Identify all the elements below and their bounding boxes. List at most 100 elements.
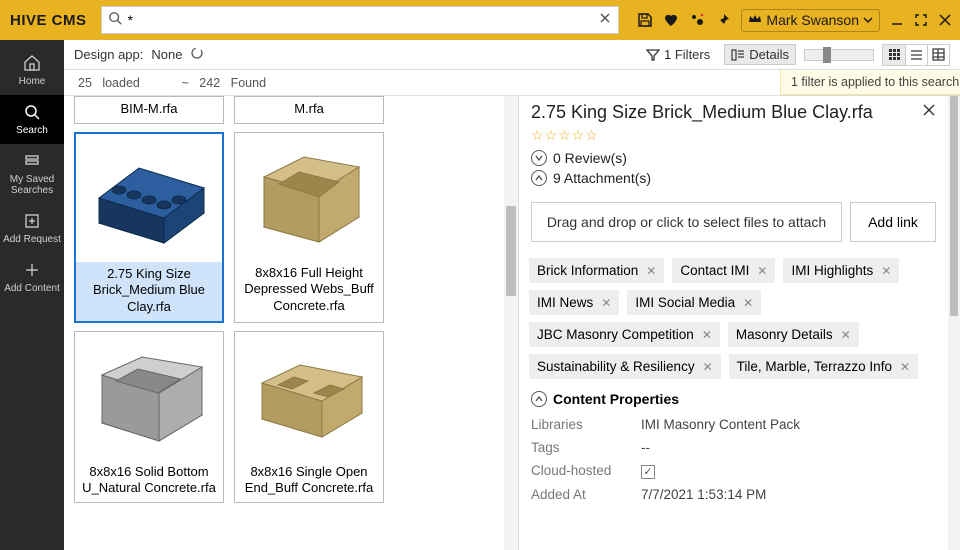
notification-icon[interactable] [689,12,705,28]
close-detail-icon[interactable] [922,103,936,122]
tag-label: Tile, Marble, Terrazzo Info [737,359,892,374]
nav-search[interactable]: Search [0,95,64,144]
left-nav: Home Search My Saved Searches Add Reques… [0,40,64,550]
pin-icon[interactable] [715,12,731,28]
cloud-hosted-checkbox[interactable]: ✓ [641,465,655,479]
toolbar: Design app: None 1 Filters Details [64,40,960,70]
attachment-tag[interactable]: Tile, Marble, Terrazzo Info ✕ [729,354,918,379]
attachment-tag[interactable]: JBC Masonry Competition ✕ [529,322,720,347]
attachment-tag[interactable]: IMI Highlights ✕ [783,258,899,283]
nav-saved-searches[interactable]: My Saved Searches [0,144,64,204]
clear-search-icon[interactable] [598,11,612,30]
tag-remove-icon[interactable]: ✕ [601,296,611,310]
view-list[interactable] [905,45,927,65]
tag-label: Brick Information [537,263,638,278]
brand: HIVE CMS [10,12,87,29]
nav-add-request[interactable]: Add Request [0,204,64,253]
heart-icon[interactable] [663,12,679,28]
nav-search-label: Search [16,125,48,136]
result-card[interactable]: BIM-M.rfa [74,96,224,124]
card-title: BIM-M.rfa [75,97,223,123]
attachment-tag[interactable]: IMI News ✕ [529,290,619,315]
results-scrollbar[interactable] [504,96,518,550]
result-card-selected[interactable]: 2.75 King Size Brick_Medium Blue Clay.rf… [74,132,224,323]
card-thumb [235,133,383,261]
props-header: Content Properties [553,391,679,407]
details-label: Details [749,47,789,62]
prop-added-key: Added At [531,487,641,502]
tag-remove-icon[interactable]: ✕ [881,264,891,278]
crown-icon [748,12,762,29]
view-grid[interactable] [883,45,905,65]
attachment-tag[interactable]: Masonry Details ✕ [728,322,859,347]
reviews-count: 0 Review(s) [553,150,627,166]
attachment-tag[interactable]: Contact IMI ✕ [672,258,775,283]
tag-remove-icon[interactable]: ✕ [703,360,713,374]
filter-banner[interactable]: 1 filter is applied to this search [780,70,960,95]
tag-label: Masonry Details [736,327,833,342]
filters-button[interactable]: 1 Filters [640,45,716,64]
tag-remove-icon[interactable]: ✕ [702,328,712,342]
result-card[interactable]: 8x8x16 Solid Bottom U_Natural Concrete.r… [74,331,224,504]
close-icon[interactable] [938,13,952,27]
nav-addreq-label: Add Request [3,234,61,245]
attachment-tag[interactable]: Brick Information ✕ [529,258,664,283]
search-box[interactable] [101,6,620,34]
tag-remove-icon[interactable]: ✕ [900,360,910,374]
prop-cloud-key: Cloud-hosted [531,463,641,479]
tag-remove-icon[interactable]: ✕ [757,264,767,278]
attachment-dropzone[interactable]: Drag and drop or click to select files t… [531,202,842,242]
nav-saved-label: My Saved Searches [2,174,62,196]
attachment-tags: Brick Information✕Contact IMI✕IMI Highli… [519,254,948,387]
tag-remove-icon[interactable]: ✕ [841,328,851,342]
tag-label: IMI News [537,295,593,310]
search-icon [108,11,122,30]
view-table[interactable] [927,45,949,65]
filters-label: 1 Filters [664,47,710,62]
attachment-tag[interactable]: IMI Social Media ✕ [627,290,761,315]
user-menu[interactable]: Mark Swanson [741,9,880,32]
attachment-tag[interactable]: Sustainability & Resiliency ✕ [529,354,721,379]
add-link-button[interactable]: Add link [850,202,936,242]
tag-label: JBC Masonry Competition [537,327,694,342]
props-collapse-icon[interactable] [531,391,547,407]
tag-label: IMI Social Media [635,295,735,310]
zoom-slider[interactable] [804,49,874,61]
result-card[interactable]: M.rfa [234,96,384,124]
tag-remove-icon[interactable]: ✕ [743,296,753,310]
save-icon[interactable] [637,12,653,28]
design-app-label: Design app: [74,47,143,62]
minimize-icon[interactable] [890,13,904,27]
approx: ~ [182,76,189,90]
search-input[interactable] [122,12,599,28]
nav-addcontent-label: Add Content [4,283,60,294]
tag-remove-icon[interactable]: ✕ [646,264,656,278]
result-card[interactable]: 8x8x16 Full Height Depressed Webs_Buff C… [234,132,384,323]
loaded-count: 25 [78,76,92,90]
details-toggle[interactable]: Details [724,44,796,65]
reviews-expand-icon[interactable] [531,150,547,166]
detail-scrollbar[interactable] [948,96,960,550]
card-title: 2.75 King Size Brick_Medium Blue Clay.rf… [76,262,222,321]
design-app-value: None [151,47,182,62]
result-card[interactable]: 8x8x16 Single Open End_Buff Concrete.rfa [234,331,384,504]
tag-label: Sustainability & Resiliency [537,359,695,374]
prop-libraries-val: IMI Masonry Content Pack [641,417,800,432]
card-title: 8x8x16 Full Height Depressed Webs_Buff C… [235,261,383,320]
attachments-collapse-icon[interactable] [531,170,547,186]
tag-label: Contact IMI [680,263,749,278]
maximize-icon[interactable] [914,13,928,27]
user-name: Mark Swanson [766,12,859,28]
rating-stars[interactable]: ☆☆☆☆☆ [519,127,948,144]
card-title: M.rfa [235,97,383,123]
nav-home-label: Home [19,76,46,87]
nav-add-content[interactable]: Add Content [0,253,64,302]
tag-label: IMI Highlights [791,263,873,278]
nav-home[interactable]: Home [0,46,64,95]
view-switcher [882,44,950,66]
refresh-icon[interactable] [190,46,204,63]
chevron-down-icon [863,12,873,28]
card-title: 8x8x16 Single Open End_Buff Concrete.rfa [235,460,383,503]
found-text: Found [231,76,266,90]
attachments-count: 9 Attachment(s) [553,170,651,186]
